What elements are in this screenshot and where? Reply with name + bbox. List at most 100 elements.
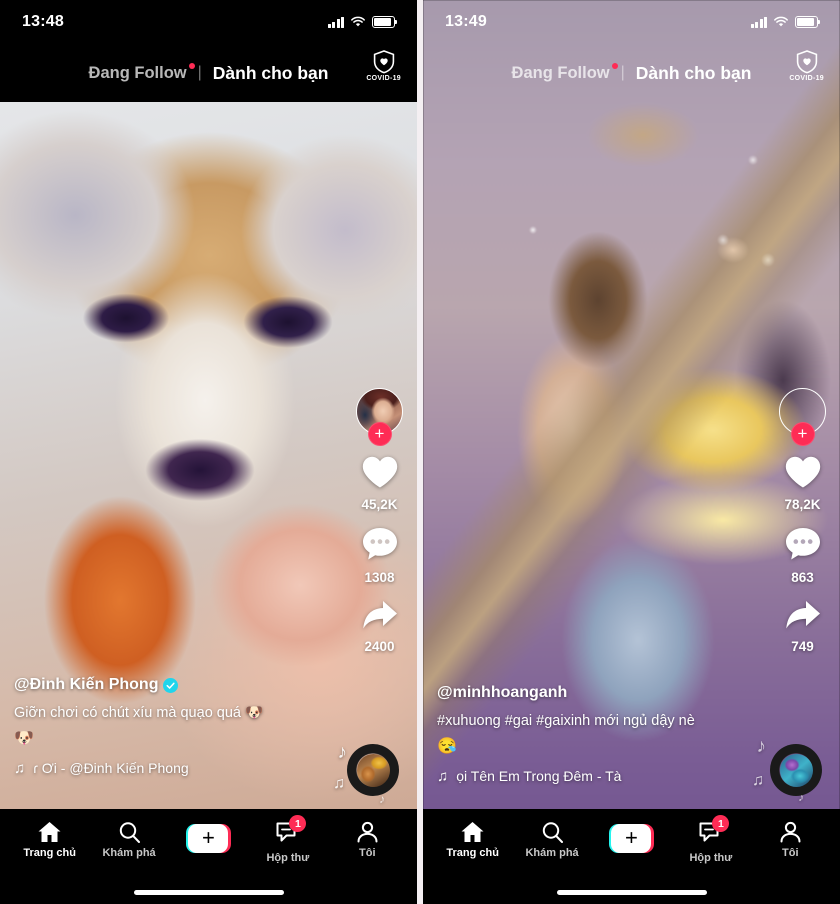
nav-item-home[interactable]: Trang chủ	[14, 821, 86, 859]
covid-label: COVID-19	[366, 75, 401, 82]
share-arrow-icon	[361, 599, 399, 636]
music-title-row[interactable]: ♫ ọi Tên Em Trong Đêm - Tà	[437, 768, 737, 785]
nav-label-discover: Khám phá	[102, 847, 156, 859]
shield-heart-icon	[373, 50, 394, 74]
tab-for-you[interactable]: Dành cho bạn	[211, 63, 331, 84]
nav-label-discover: Khám phá	[525, 847, 579, 859]
comment-bubble-icon	[784, 526, 822, 567]
profile-person-icon	[780, 821, 801, 843]
like-button[interactable]: 45,2K	[361, 455, 399, 512]
video-description: Giỡn chơi có chút xíu mà quạo quá 🐶	[14, 705, 264, 721]
dual-phone-screenshot: 13:48 Đang Follow | Dành cho bạn COVID-1…	[0, 0, 840, 904]
music-note-icon: ♫	[14, 759, 26, 777]
creator-avatar[interactable]: +	[356, 388, 403, 446]
nav-item-create[interactable]: +	[595, 821, 667, 853]
creator-username[interactable]: @Đinh Kiến Phong	[14, 676, 314, 694]
like-button[interactable]: 78,2K	[784, 455, 822, 512]
creator-username-label: @minhhoanganh	[437, 684, 568, 701]
nav-label-profile: Tôi	[782, 847, 799, 859]
music-disc[interactable]	[347, 744, 399, 796]
nav-item-inbox[interactable]: 1 Hộp thư	[675, 815, 747, 864]
follow-plus-label: +	[797, 423, 808, 443]
caption-block: @minhhoanganh #xuhuong #gai #gaixinh mới…	[437, 684, 737, 785]
music-title-label: ọi Tên Em Trong Đêm - Tà	[456, 768, 622, 785]
home-icon	[461, 822, 484, 842]
nav-label-profile: Tôi	[359, 847, 376, 859]
creator-username[interactable]: @minhhoanganh	[437, 684, 737, 702]
comment-count: 1308	[364, 570, 395, 585]
like-count: 45,2K	[361, 497, 398, 512]
tab-for-you[interactable]: Dành cho bạn	[634, 63, 754, 84]
covid-info-button[interactable]: COVID-19	[789, 50, 824, 82]
phone-screen-right: 13:49 Đang Follow | Dành cho bạn COVID-1…	[423, 0, 840, 904]
search-icon	[119, 822, 140, 843]
home-icon	[38, 822, 61, 842]
wifi-icon	[774, 16, 788, 27]
status-bar: 13:48	[0, 0, 417, 44]
tab-following[interactable]: Đang Follow	[87, 62, 195, 83]
music-cover-art	[779, 753, 813, 787]
tab-separator: |	[197, 64, 202, 81]
inbox-badge: 1	[289, 815, 307, 832]
create-plus-icon: +	[185, 824, 231, 853]
tab-separator: |	[620, 64, 625, 81]
status-clock: 13:48	[22, 13, 64, 30]
covid-label: COVID-19	[789, 75, 824, 82]
creator-avatar[interactable]: +	[779, 388, 826, 446]
wifi-icon	[351, 16, 365, 27]
follow-button[interactable]: +	[790, 422, 815, 446]
share-count: 749	[791, 639, 814, 654]
floating-music-note-icon: ♫	[333, 775, 345, 792]
floating-music-note-icon: ♫	[752, 772, 764, 789]
share-count: 2400	[364, 639, 395, 654]
music-note-icon: ♫	[437, 767, 449, 785]
comment-button[interactable]: 1308	[361, 526, 399, 585]
nav-item-discover[interactable]: Khám phá	[516, 821, 588, 859]
music-disc[interactable]	[770, 744, 822, 796]
nav-item-inbox[interactable]: 1 Hộp thư	[252, 815, 324, 864]
nav-item-profile[interactable]: Tôi	[754, 821, 826, 859]
feed-tabs: Đang Follow | Dành cho bạn	[510, 62, 754, 84]
top-navigation: Đang Follow | Dành cho bạn	[423, 44, 840, 102]
nav-item-home[interactable]: Trang chủ	[437, 821, 509, 859]
description-emoji: 😪	[437, 737, 457, 755]
video-description: #xuhuong #gai #gaixinh mới ngủ dậy nè	[437, 713, 695, 729]
floating-music-note-icon: ♪	[756, 736, 767, 757]
status-bar: 13:49	[423, 0, 840, 44]
share-button[interactable]: 2400	[361, 599, 399, 654]
share-arrow-icon	[784, 599, 822, 636]
music-title-row[interactable]: ♫ ɾ Ơi - @Đinh Kiến Phong	[14, 760, 314, 777]
comment-bubble-icon	[361, 526, 399, 567]
tab-following[interactable]: Đang Follow	[510, 62, 618, 83]
covid-info-button[interactable]: COVID-19	[366, 50, 401, 82]
shield-heart-icon	[796, 50, 817, 74]
like-count: 78,2K	[784, 497, 821, 512]
nav-label-inbox: Hộp thư	[266, 852, 310, 864]
tab-following-notification-dot	[188, 62, 195, 69]
nav-item-create[interactable]: +	[172, 821, 244, 853]
music-cover-art	[356, 753, 390, 787]
heart-icon	[784, 455, 822, 494]
share-button[interactable]: 749	[784, 599, 822, 654]
create-plus-icon: +	[608, 824, 654, 853]
tab-following-notification-dot	[611, 62, 618, 69]
nav-item-profile[interactable]: Tôi	[331, 821, 403, 859]
follow-button[interactable]: +	[367, 422, 392, 446]
floating-music-note-icon: ♪	[337, 742, 348, 763]
battery-icon	[372, 16, 398, 28]
home-indicator	[133, 890, 284, 895]
comment-button[interactable]: 863	[784, 526, 822, 585]
inbox-badge: 1	[712, 815, 730, 832]
status-icons	[327, 16, 398, 28]
caption-block: @Đinh Kiến Phong Giỡn chơi có chút xíu m…	[14, 676, 314, 777]
nav-item-discover[interactable]: Khám phá	[93, 821, 165, 859]
profile-person-icon	[357, 821, 378, 843]
home-indicator	[556, 890, 707, 895]
action-rail: + 78,2K 863 749	[779, 388, 826, 668]
action-rail: + 45,2K 1308 2400	[356, 388, 403, 668]
heart-icon	[361, 455, 399, 494]
follow-plus-label: +	[374, 423, 385, 443]
bottom-navigation: Trang chủ Khám phá + 1 Hộp thư Tôi	[423, 809, 840, 904]
tab-following-label: Đang Follow	[88, 63, 187, 82]
battery-icon	[795, 16, 821, 28]
